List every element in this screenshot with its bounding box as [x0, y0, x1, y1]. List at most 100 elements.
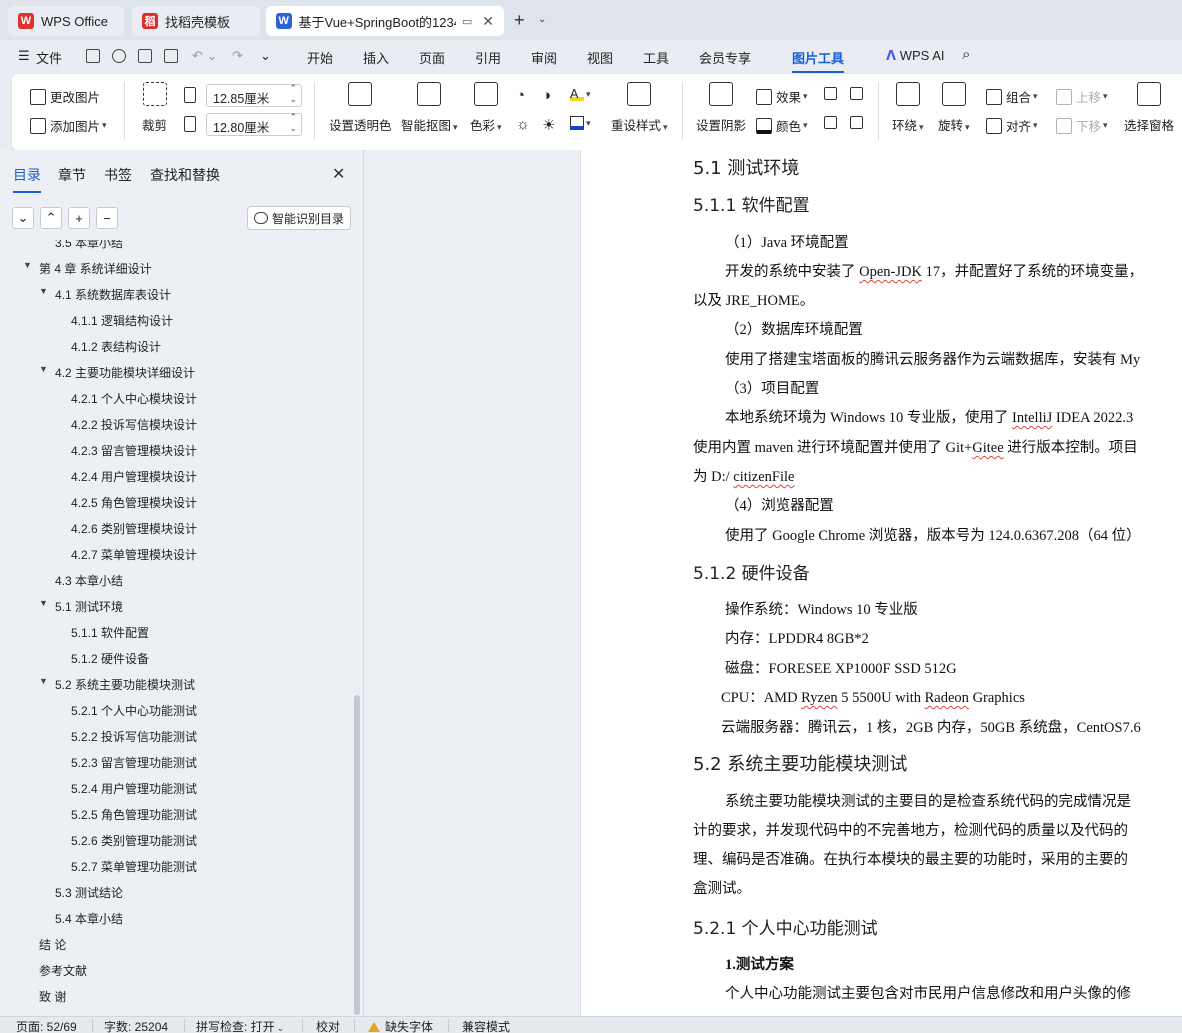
wps-ai-button[interactable]: ᐱ WPS AI	[886, 48, 944, 64]
tab-sections[interactable]: 章节	[58, 165, 86, 185]
selection-pane-button[interactable]: 选择窗格	[1124, 82, 1174, 134]
toc-item[interactable]: 3.5 本章小结	[55, 240, 123, 251]
toc-item[interactable]: 4.3 本章小结	[55, 572, 123, 589]
toc-item[interactable]: ▼ 4.1 系统数据库表设计	[39, 286, 171, 303]
move-down-button[interactable]: 下移 ▾	[1056, 116, 1108, 135]
toc-item[interactable]: 4.1.1 逻辑结构设计	[71, 312, 173, 329]
menu-review[interactable]: 审阅	[531, 48, 557, 67]
print-preview-icon[interactable]	[164, 49, 178, 63]
toc-item[interactable]: 致 谢	[39, 988, 66, 1005]
toc-item[interactable]: 5.2.3 留言管理功能测试	[71, 754, 197, 771]
close-icon[interactable]: ✕	[482, 13, 494, 30]
contrast-up-icon[interactable]: ◔	[516, 87, 525, 104]
window-icon[interactable]: ▭	[462, 15, 472, 28]
expand-up-icon[interactable]: ⌃	[40, 207, 62, 229]
chevron-down-icon[interactable]: ⌄	[538, 14, 546, 25]
redo-icon[interactable]: ↷	[232, 48, 243, 64]
shadow-option-2-icon[interactable]	[850, 87, 867, 100]
toc-item[interactable]: 4.2.6 类别管理模块设计	[71, 520, 197, 537]
spell-check-toggle[interactable]: 拼写检查: 打开 ⌄	[196, 1018, 284, 1033]
close-icon[interactable]: ✕	[332, 164, 345, 184]
border-color-icon[interactable]: ▾	[570, 116, 591, 130]
tab-bookmarks[interactable]: 书签	[104, 165, 132, 185]
effects-button[interactable]: 效果 ▾	[756, 87, 808, 106]
crop-button[interactable]: 裁剪	[142, 82, 167, 134]
print-icon[interactable]	[138, 49, 152, 63]
share-icon[interactable]	[112, 49, 126, 63]
expand-arrow-icon[interactable]: ▼	[39, 286, 48, 296]
toc-item[interactable]: 结 论	[39, 936, 66, 953]
toc-item[interactable]: 4.1.2 表结构设计	[71, 338, 161, 355]
toc-item[interactable]: 5.2.6 类别管理功能测试	[71, 832, 197, 849]
toc-item[interactable]: ▼ 4.2 主要功能模块详细设计	[39, 364, 195, 381]
color-button[interactable]: 色彩 ▾	[470, 82, 502, 134]
menu-file[interactable]: 文件	[36, 48, 62, 67]
wrap-button[interactable]: 环绕 ▾	[892, 82, 924, 134]
proofread-button[interactable]: 校对	[316, 1018, 340, 1033]
brightness-down-icon[interactable]: ☀	[542, 116, 555, 134]
move-up-button[interactable]: 上移 ▾	[1056, 87, 1108, 106]
menu-insert[interactable]: 插入	[363, 48, 389, 67]
menu-picture-tools[interactable]: 图片工具	[792, 48, 845, 73]
expand-arrow-icon[interactable]: ▼	[39, 364, 48, 374]
menu-page[interactable]: 页面	[419, 48, 445, 67]
width-input[interactable]: 12.80厘米	[206, 112, 302, 136]
toc-item[interactable]: 5.1.1 软件配置	[71, 624, 149, 641]
add-heading-icon[interactable]: +	[68, 207, 90, 229]
collapse-down-icon[interactable]: ⌄	[12, 207, 34, 229]
hamburger-icon[interactable]: ☰	[18, 48, 30, 64]
toc-item[interactable]: ▼ 5.2 系统主要功能模块测试	[39, 676, 195, 693]
reset-style-button[interactable]: 重设样式 ▾	[611, 82, 668, 134]
expand-arrow-icon[interactable]: ▼	[39, 598, 48, 608]
toc-item[interactable]: 5.1.2 硬件设备	[71, 650, 149, 667]
expand-arrow-icon[interactable]: ▼	[39, 676, 48, 686]
toc-item[interactable]: 5.4 本章小结	[55, 910, 123, 927]
expand-arrow-icon[interactable]: ▼	[23, 260, 32, 270]
toc-item[interactable]: 5.2.2 投诉写信功能测试	[71, 728, 197, 745]
toc-item[interactable]: 4.2.7 菜单管理模块设计	[71, 546, 197, 563]
menu-references[interactable]: 引用	[475, 48, 501, 67]
new-tab-icon[interactable]: +	[514, 10, 525, 31]
shadow-option-3-icon[interactable]	[824, 116, 841, 129]
document-page[interactable]: 5.1 测试环境 5.1.1 软件配置 （1）Java 环境配置 开发的系统中安…	[580, 150, 1182, 1016]
word-count[interactable]: 字数: 25204	[104, 1018, 168, 1033]
toc-item[interactable]: 4.2.3 留言管理模块设计	[71, 442, 197, 459]
tab-toc[interactable]: 目录	[13, 165, 41, 193]
quick-access-dropdown-icon[interactable]: ⌄	[260, 48, 271, 64]
toc-item[interactable]: ▼ 5.1 测试环境	[39, 598, 123, 615]
undo-icon[interactable]: ↶ ⌄	[192, 48, 217, 64]
tab-wps-office[interactable]: W WPS Office	[8, 6, 124, 36]
menu-home[interactable]: 开始	[307, 48, 333, 67]
toc-item[interactable]: 5.2.1 个人中心功能测试	[71, 702, 197, 719]
toc-item[interactable]: 4.2.1 个人中心模块设计	[71, 390, 197, 407]
toc-item[interactable]: 5.2.7 菜单管理功能测试	[71, 858, 197, 875]
missing-font-button[interactable]: 缺失字体	[368, 1018, 433, 1033]
toc-item[interactable]: 5.3 测试结论	[55, 884, 123, 901]
tab-current-document[interactable]: W 基于Vue+SpringBoot的1234 ▭ ✕	[266, 6, 504, 36]
tab-docer-templates[interactable]: 稻 找稻壳模板	[132, 6, 260, 36]
smart-toc-button[interactable]: 智能识别目录	[247, 206, 351, 230]
toc-item[interactable]: 4.2.5 角色管理模块设计	[71, 494, 197, 511]
group-button[interactable]: 组合 ▾	[986, 87, 1038, 106]
toc-scrollbar[interactable]	[354, 695, 360, 1015]
brightness-up-icon[interactable]: ☼	[516, 116, 530, 133]
crop2-button[interactable]	[184, 116, 200, 132]
align-button[interactable]: 对齐 ▾	[986, 116, 1038, 135]
toc-item[interactable]: ▼ 第 4 章 系统详细设计	[23, 260, 152, 277]
set-transparent-button[interactable]: 设置透明色	[329, 82, 392, 134]
rotate-button[interactable]: 旋转 ▾	[938, 82, 970, 134]
height-input[interactable]: 12.85厘米	[206, 83, 302, 107]
shadow-option-1-icon[interactable]	[824, 87, 841, 100]
tab-find-replace[interactable]: 查找和替换	[150, 165, 220, 185]
set-shadow-button[interactable]: 设置阴影	[696, 82, 746, 134]
menu-view[interactable]: 视图	[587, 48, 613, 67]
toc-item[interactable]: 5.2.4 用户管理功能测试	[71, 780, 197, 797]
add-image-button[interactable]: 添加图片 ▾	[30, 116, 107, 135]
change-image-button[interactable]: 更改图片	[30, 87, 100, 106]
highlight-color-icon[interactable]: A ▾	[570, 87, 591, 101]
toc-item[interactable]: 4.2.2 投诉写信模块设计	[71, 416, 197, 433]
search-icon[interactable]: ⌕	[962, 46, 970, 63]
smart-cutout-button[interactable]: 智能抠图 ▾	[401, 82, 458, 134]
toc-item[interactable]: 参考文献	[39, 962, 87, 979]
shadow-option-4-icon[interactable]	[850, 116, 867, 129]
